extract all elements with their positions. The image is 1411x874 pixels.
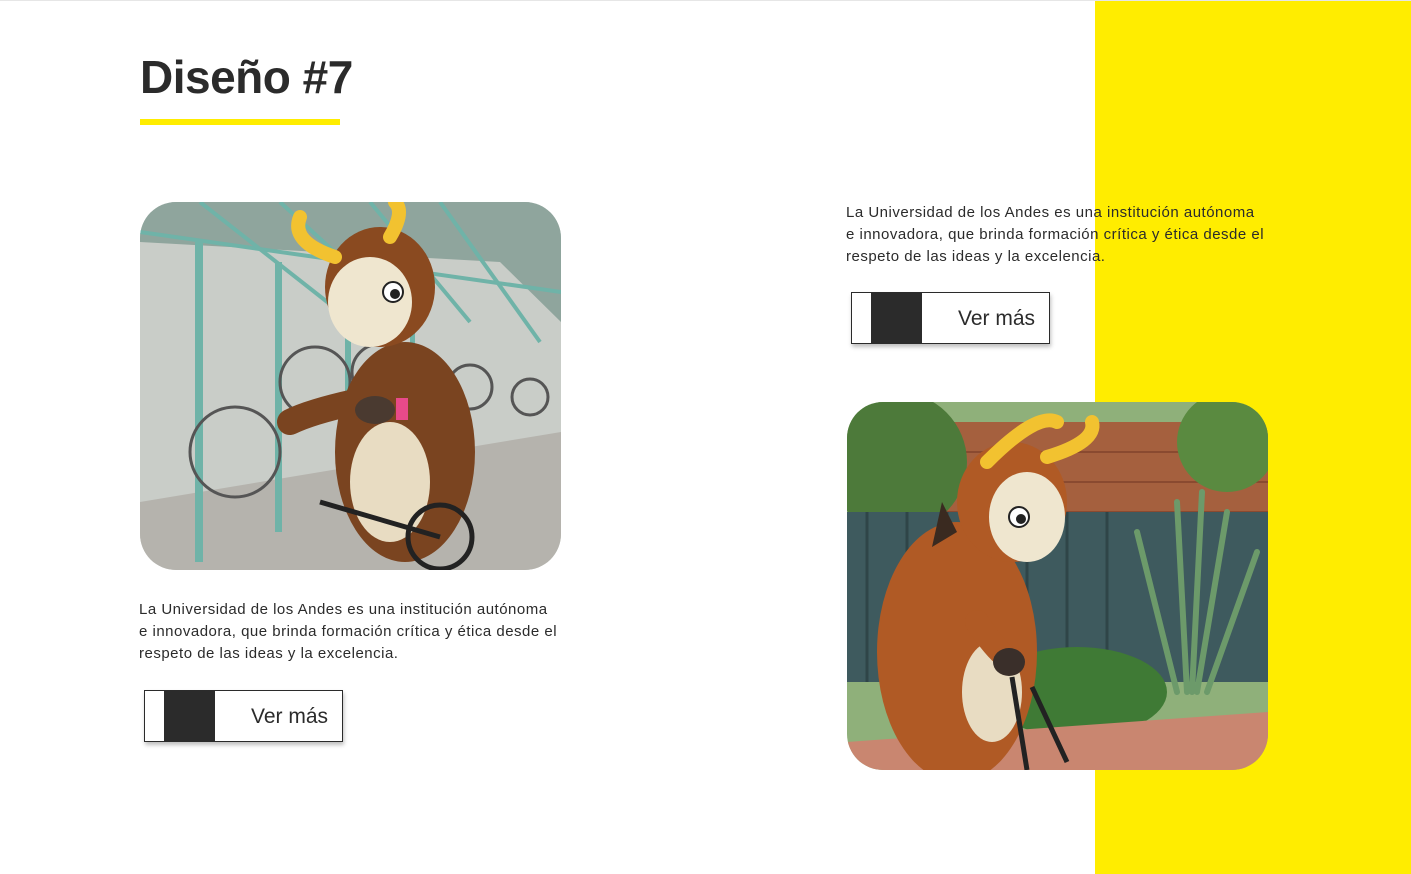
button-label: Ver más <box>957 307 1035 330</box>
button-dark-block <box>871 293 922 343</box>
ver-mas-button[interactable]: Ver más <box>144 690 343 742</box>
page: Diseño #7 La Universidad de los Andes es… <box>0 0 1411 874</box>
page-title: Diseño #7 <box>140 51 353 103</box>
title-underline <box>140 119 340 125</box>
card-description: La Universidad de los Andes es una insti… <box>139 601 558 662</box>
button-dark-block <box>164 691 215 741</box>
mascot-walking-photo <box>847 402 1268 770</box>
mascot-on-bicycle-photo <box>140 202 561 570</box>
ver-mas-button[interactable]: Ver más <box>851 292 1050 344</box>
button-label: Ver más <box>250 705 328 728</box>
card-description: La Universidad de los Andes es una insti… <box>846 204 1265 265</box>
